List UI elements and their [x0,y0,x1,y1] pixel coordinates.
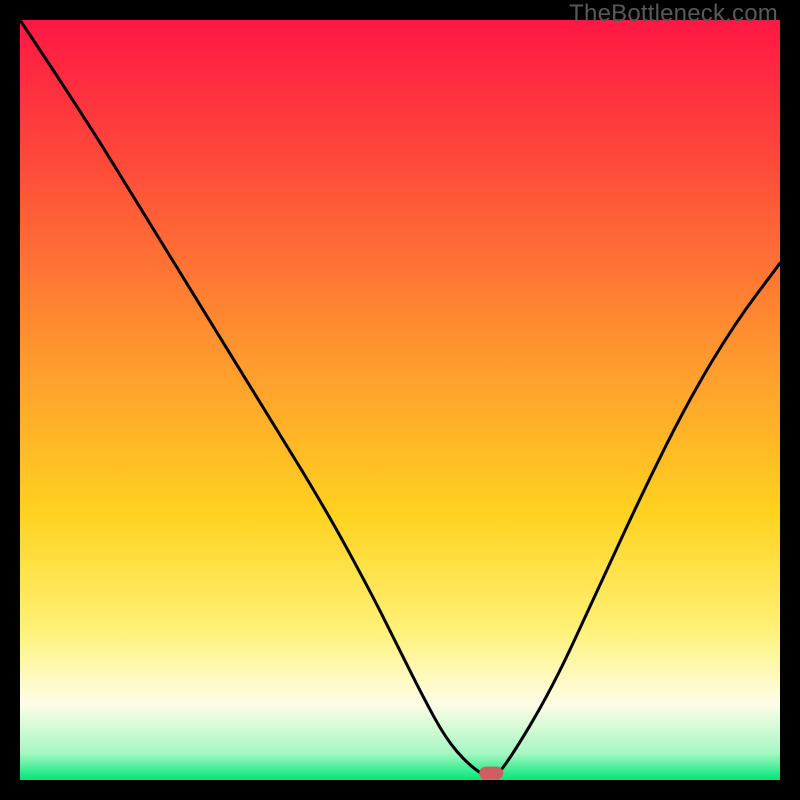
chart-frame: TheBottleneck.com [0,0,800,800]
watermark-label: TheBottleneck.com [569,0,778,28]
gradient-background [20,20,780,780]
optimal-marker [479,767,503,780]
bottleneck-chart [20,20,780,780]
plot-area [20,20,780,780]
